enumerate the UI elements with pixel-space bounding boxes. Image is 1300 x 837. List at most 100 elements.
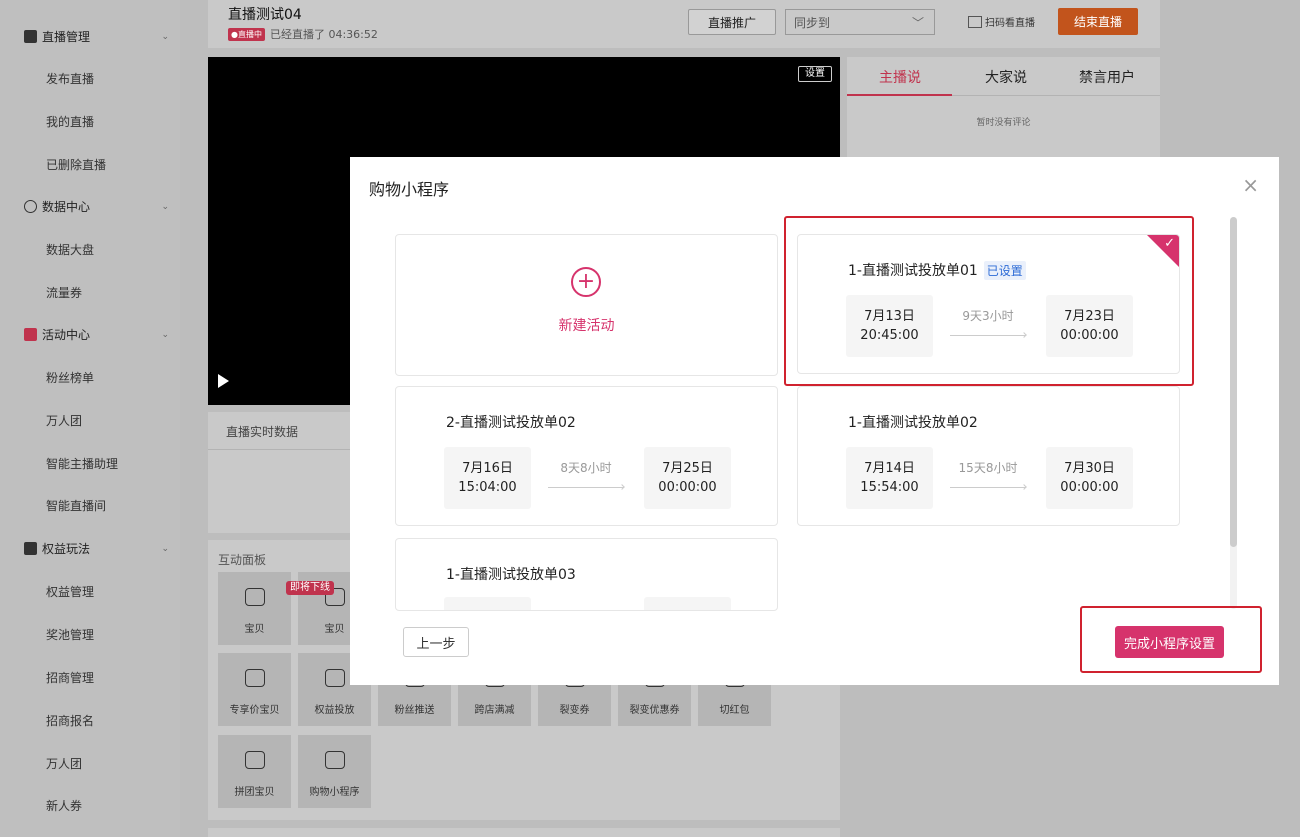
flag-icon bbox=[24, 328, 37, 341]
end-date-box: 7月25日 00:00:00 bbox=[644, 447, 731, 509]
new-activity-label: 新建活动 bbox=[558, 318, 615, 334]
activity-card[interactable]: 1-直播测试投放单03 bbox=[395, 538, 778, 611]
tile-label: 宝贝 bbox=[244, 624, 265, 635]
end-date-box bbox=[644, 597, 731, 610]
monitor-icon bbox=[24, 30, 37, 43]
activity-card[interactable]: 2-直播测试投放单02 7月16日 15:04:00 8天8小时 7月25日 0… bbox=[395, 386, 778, 526]
close-icon[interactable]: × bbox=[1242, 175, 1259, 195]
highlight-box bbox=[1080, 606, 1262, 673]
tile-group-product[interactable]: 拼团宝贝 bbox=[218, 735, 291, 808]
chevron-down-icon: ⌄ bbox=[161, 543, 169, 554]
sidebar-group-activity[interactable]: 活动中心 ⌄ bbox=[24, 326, 169, 343]
sidebar-item-dashboard[interactable]: 数据大盘 bbox=[46, 241, 94, 258]
sidebar-item-publish[interactable]: 发布直播 bbox=[46, 70, 94, 87]
tile-label: 购物小程序 bbox=[309, 787, 360, 798]
active-tab-indicator bbox=[847, 94, 952, 96]
promo-button[interactable]: 直播推广 bbox=[688, 9, 776, 35]
start-time: 15:04:00 bbox=[458, 480, 517, 495]
chevron-down-icon: ⌄ bbox=[161, 329, 169, 340]
duration-arrow bbox=[950, 487, 1026, 488]
sync-placeholder: 同步到 bbox=[794, 15, 831, 30]
duration: 15天8小时 bbox=[958, 461, 1018, 475]
start-date: 7月16日 bbox=[462, 461, 513, 476]
realtime-data-label: 直播实时数据 bbox=[226, 425, 299, 439]
tile-label: 专享价宝贝 bbox=[229, 705, 280, 716]
video-settings-button[interactable]: 设置 bbox=[798, 66, 832, 82]
tag-icon bbox=[244, 669, 265, 687]
sidebar: 直播管理 ⌄ 发布直播 我的直播 已删除直播 数据中心 ⌄ 数据大盘 流量券 活… bbox=[0, 0, 180, 837]
live-elapsed: 已经直播了 04:36:52 bbox=[269, 28, 378, 41]
chart-circle-icon bbox=[24, 200, 37, 213]
tile-product[interactable]: 宝贝 bbox=[218, 572, 291, 645]
sidebar-item-ai-assistant[interactable]: 智能主播助理 bbox=[46, 455, 118, 472]
end-date: 7月25日 bbox=[662, 461, 713, 476]
tile-label: 跨店满减 bbox=[474, 705, 515, 716]
tile-label: 粉丝推送 bbox=[394, 705, 435, 716]
chevron-down-icon: ⌄ bbox=[161, 31, 169, 42]
tile-mini-program[interactable]: 购物小程序 bbox=[298, 735, 371, 808]
previous-step-button[interactable]: 上一步 bbox=[403, 627, 469, 657]
yen-icon bbox=[324, 669, 345, 687]
play-icon[interactable] bbox=[218, 374, 229, 388]
interaction-panel-label: 互动面板 bbox=[218, 553, 267, 567]
modal-scrollbar[interactable] bbox=[1230, 217, 1237, 609]
sidebar-group-data[interactable]: 数据中心 ⌄ bbox=[24, 198, 169, 215]
sidebar-group-label: 数据中心 bbox=[42, 200, 91, 214]
comments-panel: 主播说 大家说 禁言用户 暂时没有评论 bbox=[847, 57, 1160, 157]
deprecation-tag: 即将下线 bbox=[286, 581, 334, 595]
activity-title: 1-直播测试投放单03 bbox=[446, 567, 576, 583]
sidebar-item-newbie-coupon[interactable]: 新人券 bbox=[46, 797, 82, 814]
scrollbar-thumb[interactable] bbox=[1230, 217, 1237, 547]
scan-button[interactable]: 扫码看直播 bbox=[968, 14, 1035, 29]
live-badge: ●直播中 bbox=[228, 27, 265, 41]
sidebar-group-label: 权益玩法 bbox=[42, 542, 91, 556]
sidebar-item-traffic-coupon[interactable]: 流量券 bbox=[46, 284, 82, 301]
chevron-down-icon: ⌄ bbox=[161, 201, 169, 212]
sidebar-item-smart-room[interactable]: 智能直播间 bbox=[46, 497, 106, 514]
sidebar-item-group-buy[interactable]: 万人团 bbox=[46, 412, 82, 429]
highlight-box bbox=[784, 216, 1194, 386]
start-date: 7月14日 bbox=[864, 461, 915, 476]
gift-icon bbox=[24, 542, 37, 555]
tab-all-says[interactable]: 大家说 bbox=[985, 67, 1027, 87]
activity-card[interactable]: 1-直播测试投放单02 7月14日 15:54:00 15天8小时 7月30日 … bbox=[797, 386, 1180, 526]
sidebar-item-merchant-signup[interactable]: 招商报名 bbox=[46, 712, 94, 729]
tile-exclusive-product[interactable]: 专享价宝贝 bbox=[218, 653, 291, 726]
sidebar-group-benefits[interactable]: 权益玩法 ⌄ bbox=[24, 540, 169, 557]
end-live-button[interactable]: 结束直播 bbox=[1058, 8, 1138, 35]
start-time: 15:54:00 bbox=[860, 480, 919, 495]
plus-circle-icon: + bbox=[571, 267, 601, 297]
sidebar-item-benefit-manage[interactable]: 权益管理 bbox=[46, 583, 94, 600]
activity-title: 2-直播测试投放单02 bbox=[446, 415, 576, 431]
sidebar-item-deleted[interactable]: 已删除直播 bbox=[46, 156, 106, 173]
tab-muted-users[interactable]: 禁言用户 bbox=[1079, 67, 1135, 87]
sidebar-item-fan-rank[interactable]: 粉丝榜单 bbox=[46, 369, 94, 386]
sidebar-item-my-live[interactable]: 我的直播 bbox=[46, 113, 94, 130]
sidebar-item-prize-pool[interactable]: 奖池管理 bbox=[46, 626, 94, 643]
modal-title: 购物小程序 bbox=[369, 180, 450, 199]
duration-arrow bbox=[548, 487, 624, 488]
live-header: 直播测试04 ●直播中 已经直播了 04:36:52 直播推广 同步到 ﹀ 扫码… bbox=[208, 0, 1160, 48]
sidebar-item-group-buy-2[interactable]: 万人团 bbox=[46, 755, 82, 772]
start-date-box: 7月14日 15:54:00 bbox=[846, 447, 933, 509]
tag-icon bbox=[244, 588, 265, 606]
tab-host-says[interactable]: 主播说 bbox=[879, 67, 921, 87]
sync-select[interactable]: 同步到 ﹀ bbox=[785, 9, 935, 35]
activity-title: 1-直播测试投放单02 bbox=[848, 415, 978, 431]
sidebar-item-merchant-manage[interactable]: 招商管理 bbox=[46, 669, 94, 686]
sidebar-group-live[interactable]: 直播管理 ⌄ bbox=[24, 28, 169, 45]
mini-program-modal: 购物小程序 × + 新建活动 1-直播测试投放单01 已设置 7月13日 20:… bbox=[350, 157, 1279, 685]
live-status: ●直播中 已经直播了 04:36:52 bbox=[228, 26, 378, 42]
tile-label: 拼团宝贝 bbox=[234, 787, 275, 798]
scan-label: 扫码看直播 bbox=[985, 18, 1035, 29]
tile-label: 裂变优惠券 bbox=[629, 705, 680, 716]
sidebar-group-label: 直播管理 bbox=[42, 30, 91, 44]
new-activity-card[interactable]: + 新建活动 bbox=[395, 234, 778, 376]
start-date-box bbox=[444, 597, 531, 610]
live-title: 直播测试04 bbox=[228, 7, 302, 23]
empty-comments: 暂时没有评论 bbox=[976, 118, 1031, 128]
end-time: 00:00:00 bbox=[1060, 480, 1119, 495]
tile-label: 切红包 bbox=[719, 705, 750, 716]
end-date: 7月30日 bbox=[1064, 461, 1115, 476]
end-date-box: 7月30日 00:00:00 bbox=[1046, 447, 1133, 509]
